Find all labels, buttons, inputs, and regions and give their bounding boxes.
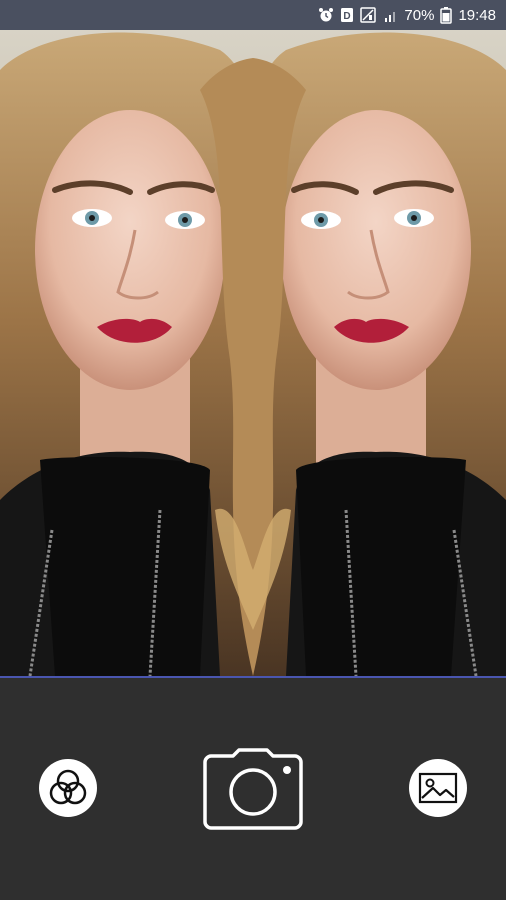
mirror-preview-image — [0, 30, 506, 676]
camera-controls — [0, 678, 506, 900]
gallery-image-icon — [418, 772, 458, 804]
effects-button[interactable] — [39, 759, 97, 817]
notification-icon: D — [340, 7, 354, 23]
battery-percent: 70% — [404, 6, 435, 24]
svg-text:D: D — [344, 11, 351, 22]
alarm-icon — [318, 7, 334, 23]
gallery-button[interactable] — [409, 759, 467, 817]
clock: 19:48 — [458, 6, 496, 24]
signal-icon — [384, 7, 398, 23]
camera-icon — [203, 748, 303, 830]
no-sim-icon — [360, 7, 378, 23]
camera-preview[interactable] — [0, 30, 506, 676]
battery-icon — [440, 6, 453, 24]
status-bar: D 70% 19:48 — [0, 0, 506, 30]
capture-button[interactable] — [203, 748, 303, 830]
effects-circles-icon — [49, 769, 87, 805]
